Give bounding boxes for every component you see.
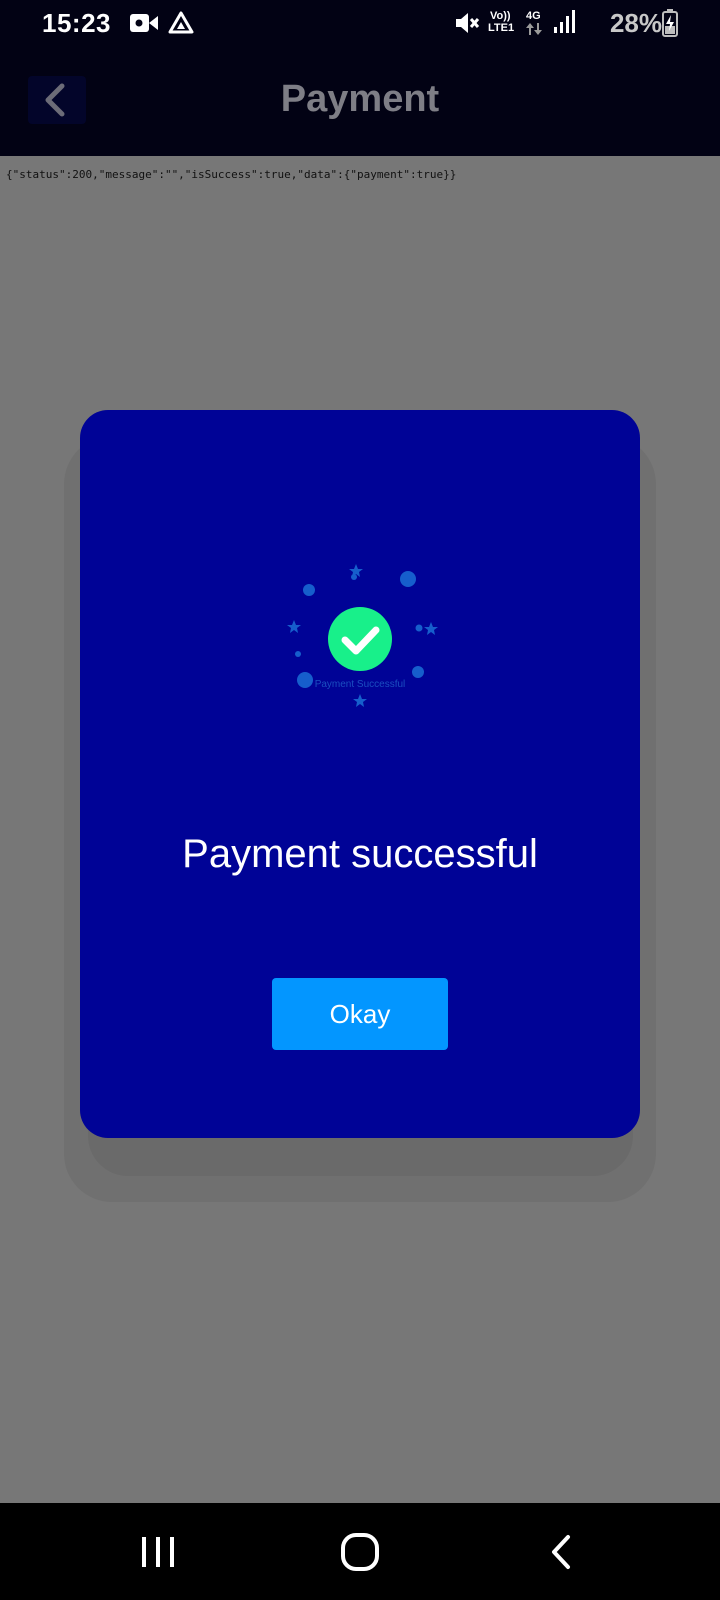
home-icon[interactable] [330,1529,390,1575]
status-bar: 15:23 Vo)) LTE1 4G 28% [0,0,720,48]
data-arrows-icon [526,23,542,35]
mute-icon [456,13,480,33]
signal-icon [554,10,575,33]
okay-button[interactable]: Okay [272,978,448,1050]
recents-icon[interactable] [128,1529,188,1575]
battery-charging-icon [662,9,678,37]
payment-success-dialog: Payment Successful Payment successful Ok… [80,410,640,1138]
page-title: Payment [280,78,440,120]
video-call-icon [130,14,158,32]
navigation-bar [0,1503,720,1600]
lte-label: LTE1 [488,22,515,34]
api-response-text: {"status":200,"message":"","isSuccess":t… [6,168,457,181]
status-time: 15:23 [42,8,111,38]
network-type-label: 4G [526,10,541,22]
back-icon[interactable] [532,1529,592,1575]
volte-label: Vo)) [490,10,511,22]
battery-percent: 28% [609,8,662,38]
drive-icon [168,11,194,34]
animation-caption: Payment Successful [315,679,406,690]
dialog-message: Payment successful [182,832,538,876]
app-header: Payment [0,48,720,156]
success-animation: Payment Successful [287,564,438,707]
